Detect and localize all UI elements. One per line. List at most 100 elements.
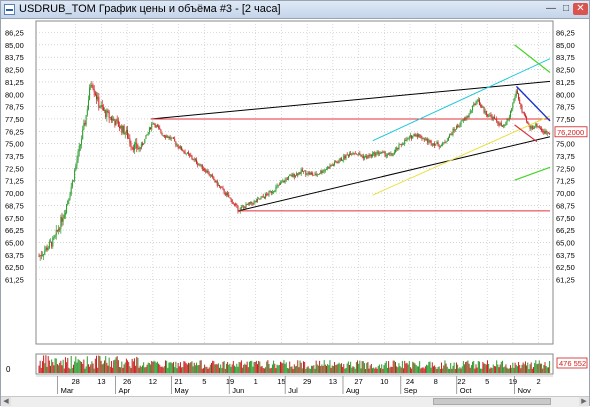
volume-bar (46, 366, 48, 373)
volume-bar (491, 368, 493, 373)
volume-bar (198, 364, 200, 373)
candle-body (194, 159, 196, 161)
candle-body (332, 164, 334, 166)
volume-bar (94, 358, 96, 373)
candle-body (170, 137, 172, 139)
price-label-left: 67,50 (5, 214, 24, 223)
candle-body (365, 156, 367, 157)
candle-body (324, 169, 326, 171)
candle-body (179, 146, 181, 149)
volume-bar (64, 357, 66, 373)
candle-body (112, 118, 114, 121)
volume-bar (146, 364, 148, 373)
candle-body (98, 96, 100, 108)
candle-body (355, 153, 357, 155)
volume-bar (238, 362, 240, 373)
volume-bar (354, 368, 356, 373)
candle-body (127, 130, 129, 138)
arrow-right-icon[interactable]: ▶ (579, 397, 589, 406)
volume-bar (416, 366, 418, 373)
volume-bar (113, 360, 115, 373)
candle-body (75, 165, 77, 171)
minimize-button[interactable]: — (544, 3, 558, 15)
volume-bar (527, 362, 529, 373)
close-button[interactable]: ✕ (573, 3, 588, 15)
candle-body (143, 143, 145, 145)
volume-bar (298, 367, 300, 373)
maximize-button[interactable]: □ (559, 3, 573, 15)
volume-bar (53, 365, 55, 373)
price-label-left: 61,25 (5, 276, 24, 285)
candle-body (499, 123, 501, 126)
volume-bar (155, 362, 157, 373)
horizontal-scrollbar[interactable]: ◀ ▶ (1, 396, 589, 407)
candle-body (289, 175, 291, 177)
candle-body (63, 214, 65, 219)
volume-bar (320, 366, 322, 373)
price-label-left: 63,75 (5, 251, 24, 260)
candle-body (197, 163, 199, 166)
candle-body (480, 104, 482, 106)
candle-body (282, 180, 284, 183)
candle-body (275, 187, 277, 192)
volume-bar (254, 362, 256, 373)
volume-bar (460, 368, 462, 373)
candle-body (193, 159, 195, 161)
volume-bar (193, 362, 195, 373)
candle-body (273, 191, 275, 193)
price-chart[interactable]: 86,25 85,00 83,75 82,50 81,25 80,00 78,75 77,50… (1, 18, 589, 396)
volume-bar (117, 360, 119, 373)
candle-body (161, 132, 163, 136)
volume-bar (541, 363, 543, 373)
candle-body (444, 142, 446, 144)
candle-body (452, 129, 454, 135)
candle-body (516, 90, 518, 94)
candle-body (514, 96, 516, 100)
volume-bar (182, 366, 184, 373)
candle-body (236, 204, 238, 206)
price-label-right: 62,50 (556, 263, 575, 272)
volume-bar (140, 366, 142, 373)
candle-body (70, 186, 72, 195)
candle-body (292, 173, 294, 177)
candle-body (121, 125, 123, 133)
candle-body (407, 138, 409, 140)
candle-body (335, 161, 337, 163)
candle-body (543, 131, 545, 134)
volume-bar (137, 357, 139, 373)
volume-bar (100, 360, 102, 373)
candle-body (105, 110, 107, 118)
candle-body (529, 125, 531, 129)
volume-bar (60, 360, 62, 373)
volume-bar (125, 358, 127, 373)
candle-body (102, 107, 104, 111)
volume-bar (428, 361, 430, 373)
candle-body (77, 151, 79, 161)
candle-body (393, 152, 395, 155)
volume-bar (227, 362, 229, 373)
volume-bar (121, 361, 123, 373)
candle-body (382, 151, 384, 153)
volume-bar (92, 363, 94, 373)
volume-bar (435, 367, 437, 373)
title-bar[interactable]: USDRUB_TOM График цены и объёма #3 - [2 … (1, 1, 589, 19)
price-label-left: 78,75 (5, 103, 24, 112)
scrollbar-thumb[interactable] (433, 398, 551, 405)
volume-bar (51, 359, 53, 373)
volume-bar (173, 361, 175, 373)
volume-bar (163, 366, 165, 373)
candle-body (386, 154, 388, 156)
volume-bar (247, 367, 249, 373)
volume-bar (63, 368, 65, 373)
candle-body (434, 143, 436, 146)
arrow-left-icon[interactable]: ◀ (1, 397, 11, 406)
candle-body (539, 128, 541, 130)
volume-bar (161, 366, 163, 373)
volume-bar (490, 367, 492, 373)
volume-bar (353, 366, 355, 373)
candle-body (100, 104, 102, 108)
volume-bar (301, 368, 303, 373)
volume-bar (384, 362, 386, 373)
volume-bar (133, 358, 135, 373)
candle-body (214, 179, 216, 182)
